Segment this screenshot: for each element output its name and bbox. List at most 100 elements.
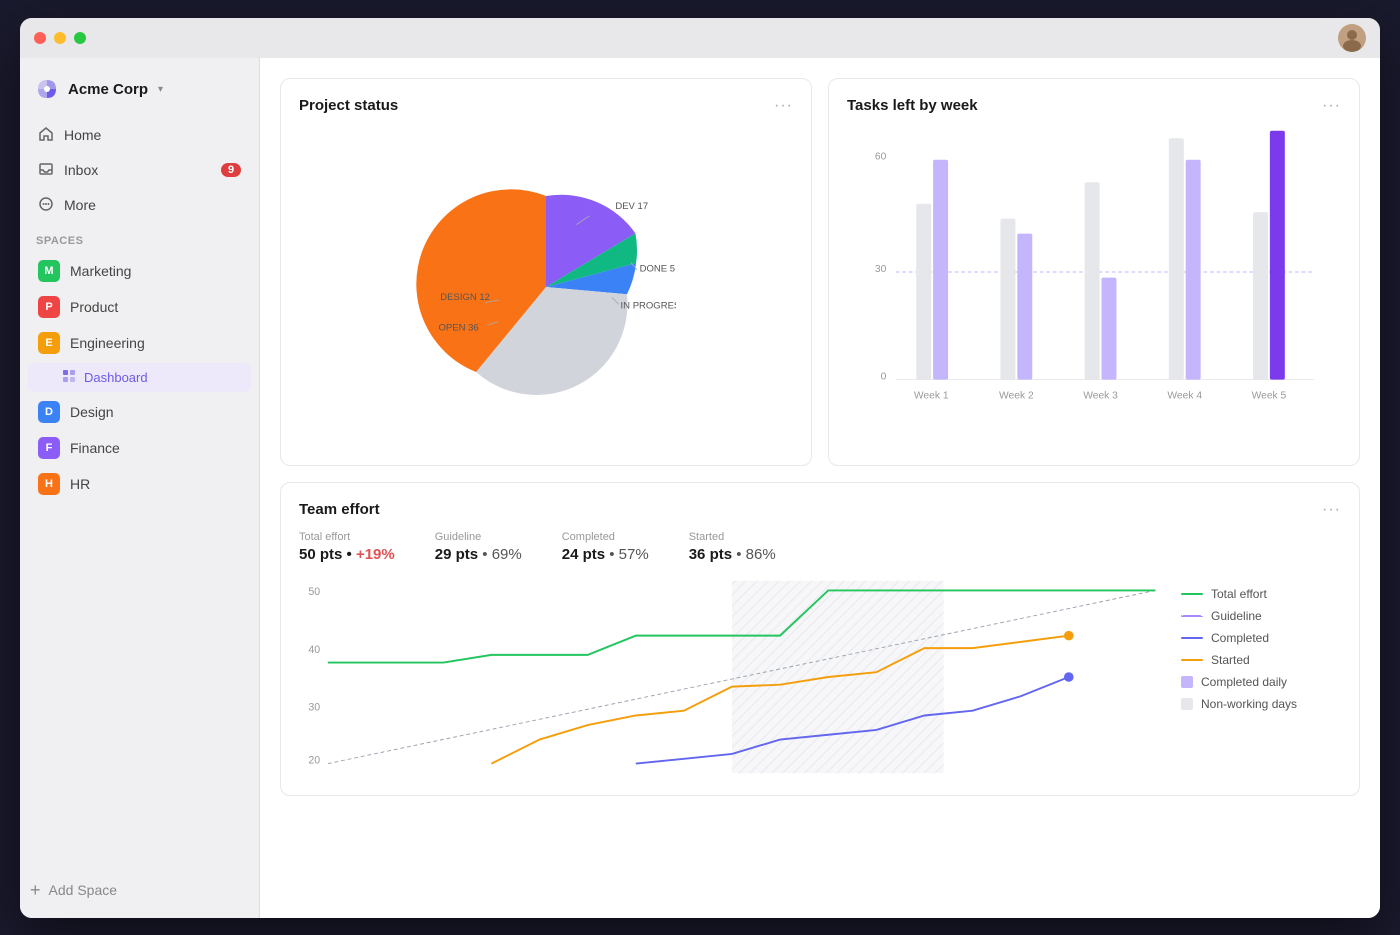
svg-text:Week 4: Week 4	[1167, 390, 1202, 401]
marketing-label: Marketing	[70, 263, 131, 279]
sidebar-item-more[interactable]: More	[28, 188, 251, 223]
line-chart-svg: 50 40 30 20	[299, 577, 1165, 777]
tasks-more-button[interactable]: ···	[1322, 97, 1341, 115]
main-content: Project status ···	[260, 58, 1380, 918]
svg-text:50: 50	[308, 586, 320, 598]
sidebar-item-engineering[interactable]: E Engineering	[28, 325, 251, 361]
svg-text:20: 20	[308, 754, 320, 766]
total-effort-pct: +19%	[356, 546, 395, 563]
hr-label: HR	[70, 476, 90, 492]
w2-bar1	[1000, 218, 1015, 379]
plus-icon: +	[30, 881, 41, 899]
avatar[interactable]	[1338, 24, 1366, 52]
svg-text:DONE 5: DONE 5	[640, 263, 675, 274]
tasks-by-week-card: Tasks left by week ··· 60 30 0	[828, 78, 1360, 466]
chevron-down-icon: ▾	[158, 84, 163, 95]
sidebar-item-marketing[interactable]: M Marketing	[28, 253, 251, 289]
legend-line-started	[1181, 659, 1203, 661]
project-status-title: Project status	[299, 97, 398, 114]
w3-bar1	[1085, 182, 1100, 379]
svg-text:0: 0	[881, 371, 887, 382]
team-effort-more-button[interactable]: ···	[1322, 501, 1341, 519]
legend-started: Started	[1181, 653, 1341, 667]
engineering-avatar: E	[38, 332, 60, 354]
top-cards-row: Project status ···	[280, 78, 1360, 466]
project-status-card: Project status ···	[280, 78, 812, 466]
svg-text:Week 1: Week 1	[914, 390, 949, 401]
legend-nonworking-label: Non-working days	[1201, 697, 1297, 711]
app-window: Acme Corp ▾ Home	[20, 18, 1380, 918]
started-pct: • 86%	[736, 546, 775, 563]
effort-legend: Total effort Guideline Completed St	[1181, 577, 1341, 777]
team-effort-header: Team effort ···	[299, 501, 1341, 519]
titlebar	[20, 18, 1380, 58]
legend-total-effort: Total effort	[1181, 587, 1341, 601]
effort-line-chart: 50 40 30 20	[299, 577, 1165, 777]
effort-main-area: 50 40 30 20	[299, 577, 1341, 777]
team-effort-card: Team effort ··· Total effort 50 pts • +1…	[280, 482, 1360, 796]
project-status-more-button[interactable]: ···	[774, 97, 793, 115]
svg-text:IN PROGRESS 5: IN PROGRESS 5	[621, 300, 676, 311]
add-space-label: Add Space	[49, 882, 118, 898]
legend-completed-label: Completed	[1211, 631, 1269, 645]
finance-avatar: F	[38, 437, 60, 459]
total-effort-label: Total effort	[299, 531, 395, 543]
legend-guideline: Guideline	[1181, 609, 1341, 623]
svg-text:Week 5: Week 5	[1252, 390, 1287, 401]
w1-bar2	[933, 159, 948, 379]
svg-text:30: 30	[875, 264, 887, 275]
legend-completed-daily: Completed daily	[1181, 675, 1341, 689]
sidebar-item-product[interactable]: P Product	[28, 289, 251, 325]
legend-daily-label: Completed daily	[1201, 675, 1287, 689]
effort-stat-total: Total effort 50 pts • +19%	[299, 531, 395, 563]
bar-chart-container: 60 30 0	[847, 127, 1341, 447]
spaces-label: Spaces	[20, 223, 259, 253]
completed-value: 24 pts • 57%	[562, 546, 649, 563]
design-label: Design	[70, 404, 114, 420]
legend-guideline-label: Guideline	[1211, 609, 1262, 623]
add-space-button[interactable]: + Add Space	[20, 874, 259, 906]
close-button[interactable]	[34, 32, 46, 44]
completed-endpoint	[1064, 672, 1074, 682]
guideline-label: Guideline	[435, 531, 522, 543]
traffic-lights	[34, 32, 86, 44]
engineering-label: Engineering	[70, 335, 145, 351]
legend-started-label: Started	[1211, 653, 1250, 667]
w2-bar2	[1017, 233, 1032, 379]
legend-line-completed	[1181, 637, 1203, 639]
effort-stats-row: Total effort 50 pts • +19% Guideline 29 …	[299, 531, 1341, 563]
brand-icon	[36, 78, 60, 102]
total-effort-value: 50 pts • +19%	[299, 546, 395, 563]
sidebar-item-design[interactable]: D Design	[28, 394, 251, 430]
effort-stat-guideline: Guideline 29 pts • 69%	[435, 531, 522, 563]
product-avatar: P	[38, 296, 60, 318]
svg-text:60: 60	[875, 151, 887, 162]
svg-text:40: 40	[308, 643, 320, 655]
legend-line-total	[1181, 593, 1203, 595]
brand-button[interactable]: Acme Corp ▾	[20, 70, 259, 118]
sidebar-item-more-label: More	[64, 197, 96, 213]
tasks-title: Tasks left by week	[847, 97, 978, 114]
maximize-button[interactable]	[74, 32, 86, 44]
w4-bar1	[1169, 138, 1184, 379]
legend-box-nonworking	[1181, 698, 1193, 710]
legend-line-guideline	[1181, 615, 1203, 617]
svg-text:Week 2: Week 2	[999, 390, 1034, 401]
svg-text:Week 3: Week 3	[1083, 390, 1118, 401]
legend-non-working: Non-working days	[1181, 697, 1341, 711]
sidebar-item-dashboard[interactable]: Dashboard	[28, 363, 251, 392]
sidebar-item-hr[interactable]: H HR	[28, 466, 251, 502]
dashboard-label: Dashboard	[84, 370, 148, 385]
legend-total-label: Total effort	[1211, 587, 1267, 601]
spaces-list: M Marketing P Product E Engineering	[20, 253, 259, 874]
guideline-pct: • 69%	[482, 546, 521, 563]
bar-chart: 60 30 0	[847, 127, 1341, 417]
svg-text:DEV 17: DEV 17	[615, 201, 648, 212]
minimize-button[interactable]	[54, 32, 66, 44]
legend-completed: Completed	[1181, 631, 1341, 645]
product-label: Product	[70, 299, 118, 315]
sidebar-item-inbox[interactable]: Inbox 9	[28, 153, 251, 188]
sidebar-item-finance[interactable]: F Finance	[28, 430, 251, 466]
completed-label: Completed	[562, 531, 649, 543]
sidebar-item-home[interactable]: Home	[28, 118, 251, 153]
